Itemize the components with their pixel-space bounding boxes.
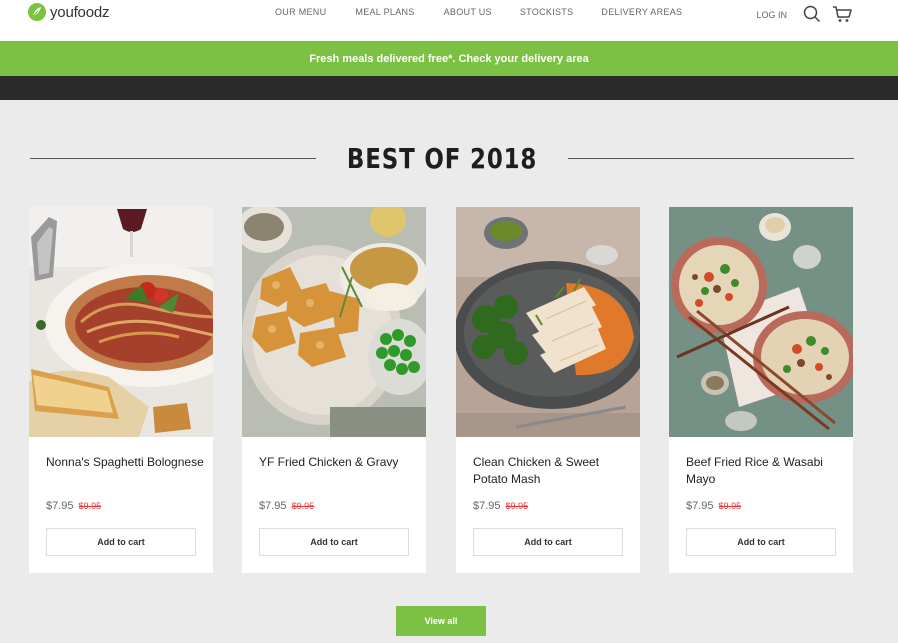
add-to-cart-button[interactable]: Add to cart [686,528,836,556]
product-card[interactable]: Nonna's Spaghetti Bolognese $7.95 $9.95 … [29,207,213,573]
product-image-fried-chicken[interactable] [242,207,426,437]
price-row: $7.95 $9.95 [259,500,314,512]
old-price: $9.95 [291,501,315,511]
product-image-beef-fried-rice[interactable] [669,207,853,437]
logo[interactable]: youfoodz [28,3,109,21]
product-name[interactable]: Clean Chicken & Sweet Potato Mash [473,454,633,488]
view-all-button[interactable]: View all [396,606,486,636]
add-to-cart-button[interactable]: Add to cart [473,528,623,556]
search-icon[interactable] [801,3,823,25]
product-name[interactable]: YF Fried Chicken & Gravy [259,454,419,471]
login-link[interactable]: LOG IN [756,10,787,20]
old-price: $9.95 [505,501,529,511]
price-row: $7.95 $9.95 [46,500,101,512]
old-price: $9.95 [718,501,742,511]
section-title: BEST OF 2018 [346,141,538,175]
product-card[interactable]: Clean Chicken & Sweet Potato Mash $7.95 … [456,207,640,573]
product-card[interactable]: YF Fried Chicken & Gravy $7.95 $9.95 Add… [242,207,426,573]
nav-item-about-us[interactable]: ABOUT US [444,7,492,17]
add-to-cart-button[interactable]: Add to cart [46,528,196,556]
price: $7.95 [473,500,501,512]
nav-item-our-menu[interactable]: OUR MENU [275,7,326,17]
product-image-chicken-sweet-potato[interactable] [456,207,640,437]
product-image-bolognese[interactable] [29,207,213,437]
divider-right [568,157,854,159]
brand-name: youfoodz [50,3,110,21]
divider-left [30,157,316,159]
nav-item-delivery-areas[interactable]: DELIVERY AREAS [601,7,682,17]
promo-banner[interactable]: Fresh meals delivered free*. Check your … [0,41,898,76]
product-name[interactable]: Nonna's Spaghetti Bolognese [46,454,206,471]
old-price: $9.95 [78,501,102,511]
leaf-logo-icon [28,3,46,21]
nav-item-stockists[interactable]: STOCKISTS [520,7,574,17]
cart-icon[interactable] [831,3,853,25]
price: $7.95 [46,500,74,512]
section-heading: BEST OF 2018 [30,140,854,176]
promo-text: Fresh meals delivered free*. Check your … [309,52,589,65]
price-row: $7.95 $9.95 [473,500,528,512]
price-row: $7.95 $9.95 [686,500,741,512]
product-card[interactable]: Beef Fried Rice & Wasabi Mayo $7.95 $9.9… [669,207,853,573]
product-name[interactable]: Beef Fried Rice & Wasabi Mayo [686,454,846,488]
nav-item-meal-plans[interactable]: MEAL PLANS [355,7,414,17]
header-actions: LOG IN [756,3,853,25]
price: $7.95 [259,500,287,512]
hero-strip [0,76,898,100]
add-to-cart-button[interactable]: Add to cart [259,528,409,556]
site-header: youfoodz OUR MENU MEAL PLANS ABOUT US ST… [0,0,898,41]
price: $7.95 [686,500,714,512]
main-nav: OUR MENU MEAL PLANS ABOUT US STOCKISTS D… [275,7,682,17]
